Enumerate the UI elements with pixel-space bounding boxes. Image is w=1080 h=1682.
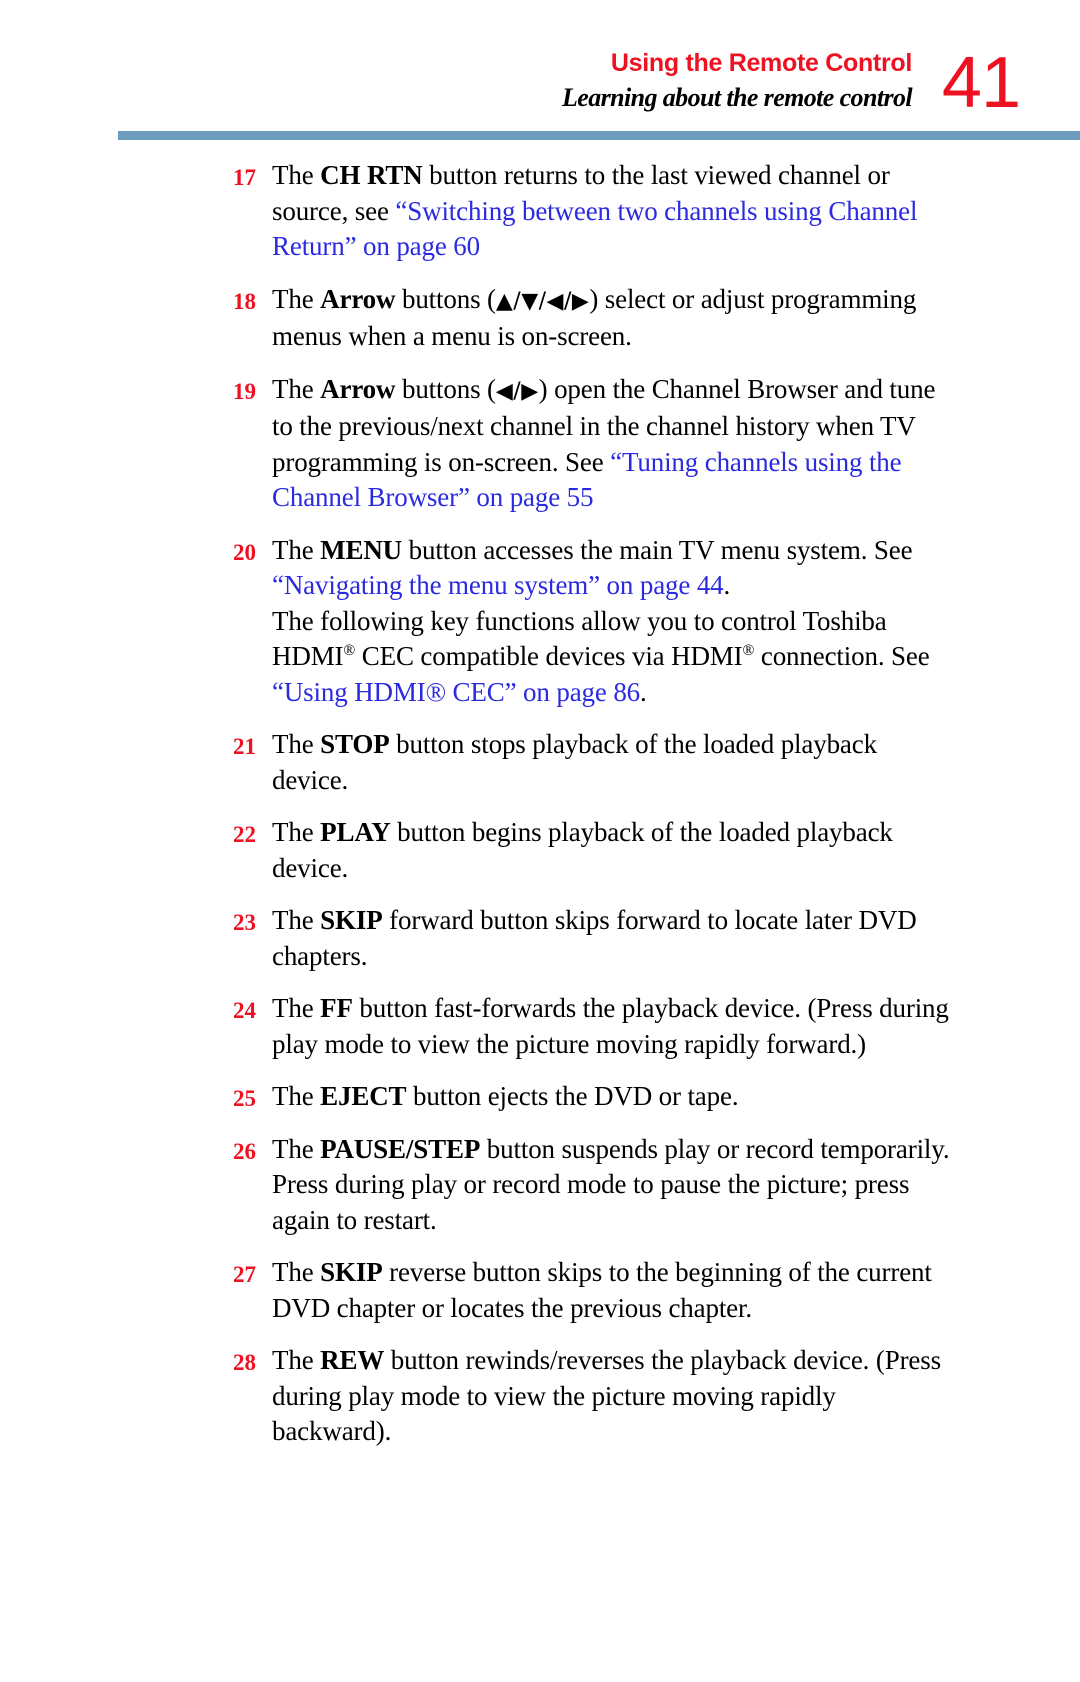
body-text: . (723, 570, 731, 600)
list-item-number: 27 (233, 1262, 256, 1287)
body-text: The (272, 729, 321, 759)
list-item-number: 17 (233, 165, 256, 190)
list-item: 22 The PLAY button begins playback of the… (0, 815, 1080, 886)
body-text: buttons ( (395, 373, 496, 404)
list-item-text: The PLAY button begins playback of the l… (272, 815, 952, 886)
list-item: 28 The REW button rewinds/reverses the pl… (0, 1343, 1080, 1450)
body-text: button ejects the DVD or tape. (406, 1081, 739, 1111)
list-item: 21 The STOP button stops playback of the … (0, 727, 1080, 798)
button-name-emphasis: FF (320, 993, 353, 1023)
page-header: Using the Remote Control Learning about … (0, 43, 1080, 126)
button-name-emphasis: Arrow (320, 283, 396, 314)
numbered-list: 17 The CH RTN button returns to the last … (0, 158, 1080, 1467)
button-name-emphasis: PAUSE/STEP (320, 1133, 481, 1164)
button-name-emphasis: STOP (320, 729, 390, 759)
body-text: The (272, 534, 321, 565)
list-item: 20 The MENU button accesses the main TV m… (0, 533, 1080, 711)
list-item-text: The FF button fast-forwards the playback… (272, 991, 952, 1062)
body-text: The (272, 373, 321, 404)
list-item-text: The Arrow buttons (◀/▶) open the Channel… (272, 372, 952, 516)
cross-reference-link[interactable]: “Navigating the menu system” on page 44 (272, 570, 724, 600)
arrow-glyphs: ▲/▼/◀/▶ (495, 288, 590, 314)
body-text: The (272, 993, 321, 1023)
list-item-text: The EJECT button ejects the DVD or tape. (272, 1079, 952, 1115)
button-name-emphasis: EJECT (320, 1081, 407, 1111)
registered-trademark-icon: ® (742, 642, 755, 659)
list-item-number: 20 (233, 539, 256, 565)
list-item-text: The Arrow buttons (▲/▼/◀/▶) select or ad… (272, 282, 952, 355)
list-item-text: The SKIP reverse button skips to the beg… (272, 1255, 952, 1326)
body-text: The (272, 1257, 321, 1287)
manual-page: Using the Remote Control Learning about … (0, 0, 1080, 1682)
list-item-text: The STOP button stops playback of the lo… (272, 727, 952, 798)
button-name-emphasis: SKIP (320, 1257, 383, 1287)
header-divider-rule (118, 131, 1080, 140)
registered-trademark-icon: ® (343, 642, 356, 659)
list-item-number: 26 (233, 1138, 256, 1164)
body-text: The (272, 905, 321, 935)
body-text: The (272, 160, 321, 190)
body-text: buttons ( (395, 283, 496, 314)
list-item-number: 23 (233, 910, 256, 935)
body-text: The (272, 283, 321, 314)
body-text: . (640, 676, 647, 707)
list-item: 24 The FF button fast-forwards the playba… (0, 991, 1080, 1062)
list-item: 23 The SKIP forward button skips forward … (0, 903, 1080, 974)
list-item: 25 The EJECT button ejects the DVD or tap… (0, 1079, 1080, 1115)
page-number: 41 (941, 43, 1021, 123)
body-text: CEC compatible devices via HDMI (355, 641, 743, 671)
button-name-emphasis: MENU (320, 534, 403, 565)
list-item-number: 22 (233, 822, 256, 847)
list-item-text: The REW button rewinds/reverses the play… (272, 1343, 952, 1450)
cross-reference-link[interactable]: “Using HDMI® CEC” on page 86 (272, 677, 640, 707)
list-item-number: 28 (233, 1350, 256, 1375)
button-name-emphasis: Arrow (320, 373, 396, 404)
list-item-number: 25 (233, 1086, 256, 1111)
list-item-text: The SKIP forward button skips forward to… (272, 903, 952, 974)
list-item-text: The PAUSE/STEP button suspends play or r… (272, 1132, 952, 1239)
body-text: The (272, 1345, 321, 1375)
list-item-number: 18 (233, 288, 256, 314)
body-text: The (272, 1081, 321, 1111)
button-name-emphasis: SKIP (320, 905, 383, 935)
body-text: connection. See (754, 641, 930, 671)
list-item-number: 19 (233, 378, 256, 404)
list-item: 26 The PAUSE/STEP button suspends play or… (0, 1132, 1080, 1239)
header-text-block: Using the Remote Control Learning about … (212, 48, 913, 116)
list-item: 27 The SKIP reverse button skips to the b… (0, 1255, 1080, 1326)
list-item: 19 The Arrow buttons (◀/▶) open the Chann… (0, 372, 1080, 516)
list-item: 18 The Arrow buttons (▲/▼/◀/▶) select or … (0, 282, 1080, 355)
list-item-number: 21 (233, 734, 256, 759)
list-item: 17 The CH RTN button returns to the last … (0, 158, 1080, 265)
body-text: button fast-forwards the playback device… (272, 993, 949, 1059)
chapter-title: Using the Remote Control (610, 49, 912, 77)
list-item-number: 24 (233, 998, 256, 1023)
body-text: The (272, 1133, 321, 1164)
button-name-emphasis: CH RTN (320, 160, 423, 190)
list-item-text: The CH RTN button returns to the last vi… (272, 158, 952, 265)
button-name-emphasis: PLAY (320, 817, 391, 847)
section-subtitle: Learning about the remote control (561, 83, 913, 112)
list-item-text: The MENU button accesses the main TV men… (272, 533, 952, 711)
body-text: The (272, 817, 321, 847)
button-name-emphasis: REW (320, 1345, 385, 1375)
body-text: button accesses the main TV menu system.… (402, 534, 913, 565)
arrow-glyphs: ◀/▶ (495, 378, 539, 404)
